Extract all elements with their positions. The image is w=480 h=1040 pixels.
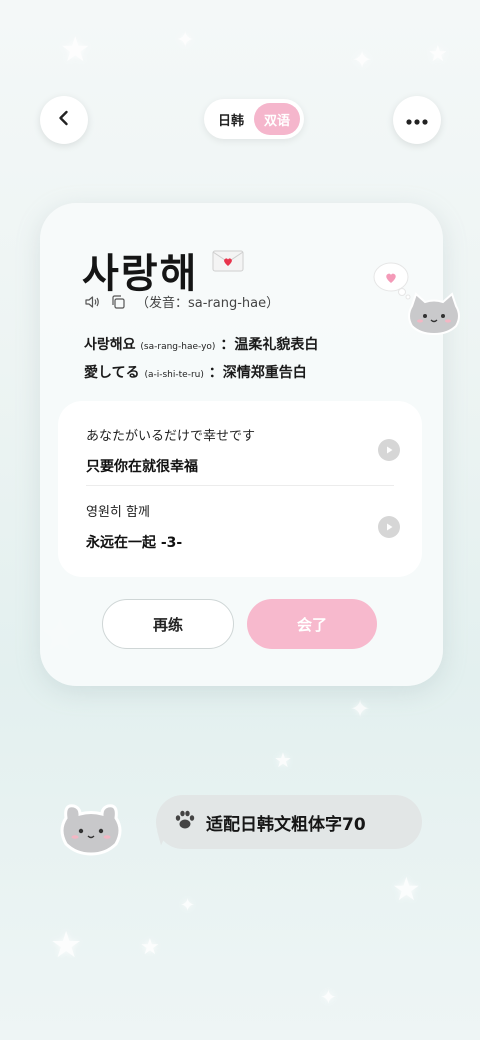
pronunciation-row: （发音：sa-rang-hae） <box>84 292 279 311</box>
star-decoration: ✦ <box>352 46 373 74</box>
toggle-option-bilingual[interactable]: 双语 <box>254 103 300 135</box>
star-decoration: ✦ <box>180 895 196 916</box>
example-list: あなたがいるだけで幸せです 只要你在就很幸福 영원히 함께 永远在一起 -3- <box>58 401 422 577</box>
more-button[interactable] <box>393 96 441 144</box>
star-decoration: ★ <box>428 42 448 67</box>
cat-sticker-icon <box>406 292 462 340</box>
example-item: 영원히 함께 永远在一起 -3- <box>86 501 386 552</box>
language-toggle[interactable]: 日韩 双语 <box>204 99 304 139</box>
example-source: あなたがいるだけで幸せです <box>86 429 256 444</box>
love-letter-icon <box>212 249 244 273</box>
form-text: 사랑해요 <box>84 337 136 353</box>
star-decoration: ✦ <box>350 695 371 723</box>
pronunciation-text: （发音：sa-rang-hae） <box>136 296 280 311</box>
star-decoration: ✦ <box>320 985 337 1009</box>
back-button[interactable] <box>40 96 88 144</box>
form-meaning: ：深情郑重告白 <box>208 365 307 381</box>
practice-again-button[interactable]: 再练 <box>102 599 234 649</box>
star-decoration: ★ <box>60 30 91 70</box>
copy-icon[interactable] <box>110 294 126 310</box>
star-decoration: ★ <box>274 748 292 772</box>
word-title: 사랑해 <box>82 251 199 297</box>
example-source: 영원히 함께 <box>86 505 150 520</box>
divider <box>86 485 394 486</box>
cat-sticker-icon <box>58 800 124 860</box>
paw-icon <box>174 810 196 835</box>
mastered-button[interactable]: 会了 <box>247 599 377 649</box>
font-banner: 适配日韩文粗体字70 <box>156 795 422 849</box>
form-line: 사랑해요 (sa-rang-hae-yo) ：温柔礼貌表白 <box>84 334 318 354</box>
form-text: 愛してる <box>84 365 140 381</box>
more-horizontal-icon <box>405 111 429 130</box>
example-item: あなたがいるだけで幸せです 只要你在就很幸福 <box>86 425 386 476</box>
example-translation: 永远在一起 -3- <box>86 535 183 551</box>
star-decoration: ✦ <box>176 28 195 53</box>
speaker-icon[interactable] <box>84 294 100 310</box>
star-decoration: ★ <box>392 870 421 908</box>
toggle-option-jp-kr[interactable]: 日韩 <box>208 103 254 135</box>
star-decoration: ★ <box>140 935 160 960</box>
play-icon[interactable] <box>378 439 400 461</box>
banner-text: 适配日韩文粗体字70 <box>206 814 366 835</box>
star-decoration: ★ <box>50 925 83 966</box>
form-line: 愛してる (a-i-shi-te-ru) ：深情郑重告白 <box>84 362 307 382</box>
example-translation: 只要你在就很幸福 <box>86 459 198 475</box>
form-meaning: ：温柔礼貌表白 <box>220 337 319 353</box>
form-romanization: (sa-rang-hae-yo) <box>140 342 216 352</box>
form-romanization: (a-i-shi-te-ru) <box>144 370 204 380</box>
chevron-left-icon <box>55 109 73 131</box>
play-icon[interactable] <box>378 516 400 538</box>
